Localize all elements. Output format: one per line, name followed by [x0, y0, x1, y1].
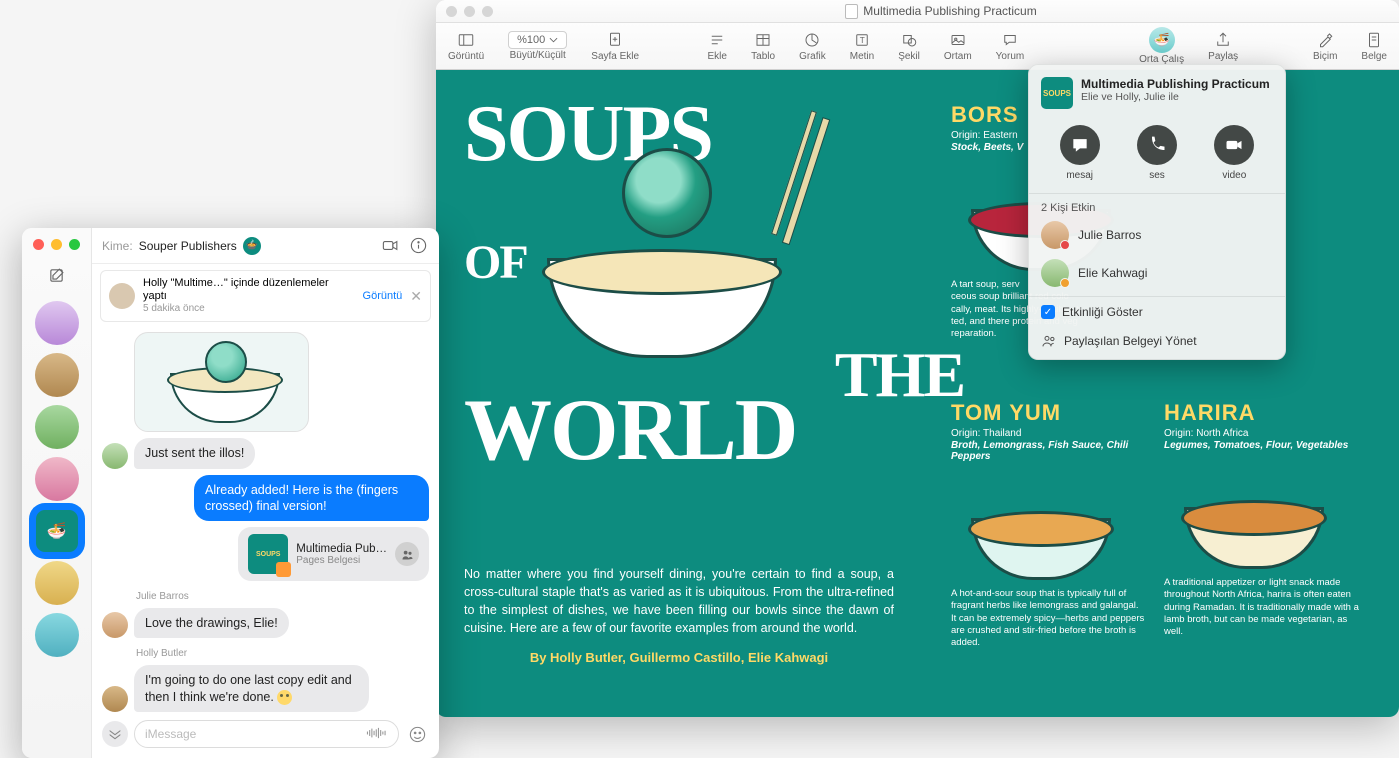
conversation-avatar-6[interactable] [35, 561, 79, 605]
toolbar-document[interactable]: Belge [1361, 30, 1387, 62]
toolbar-collaborate[interactable]: 🍜Orta Çalış [1139, 27, 1184, 65]
toolbar-insert[interactable]: Ekle [707, 30, 727, 62]
messages-main: Kime: Souper Publishers 🍲 Holly "Multime… [92, 228, 439, 758]
edit-notification: Holly "Multime…" içinde düzenlemeler yap… [100, 270, 431, 322]
conversation-avatar-1[interactable] [35, 301, 79, 345]
notif-view-link[interactable]: Görüntü [363, 290, 403, 302]
collab-active-label: 2 Kişi Etkin [1029, 194, 1285, 216]
svg-text:T: T [860, 36, 865, 45]
doc-intro: No matter where you find yourself dining… [464, 565, 894, 638]
collab-show-activity[interactable]: ✓ Etkinliği Göster [1029, 296, 1285, 327]
attachment-collab-icon [395, 542, 419, 566]
facetime-button[interactable] [379, 235, 401, 257]
toolbar-text[interactable]: TMetin [850, 30, 874, 62]
document-icon [845, 4, 858, 19]
message-bubble: Love the drawings, Elie! [134, 608, 289, 638]
toolbar-format[interactable]: Biçim [1313, 30, 1337, 62]
messages-sidebar: 🍜 [22, 228, 92, 758]
toolbar-share[interactable]: Paylaş [1208, 30, 1238, 62]
pages-titlebar[interactable]: Multimedia Publishing Practicum [436, 0, 1399, 23]
conversation-avatar-7[interactable] [35, 613, 79, 657]
collab-doc-thumbnail: SOUPS [1041, 77, 1073, 109]
collab-title: Multimedia Publishing Practicum [1081, 77, 1270, 91]
toolbar-view[interactable]: Görüntü [448, 30, 484, 62]
emoji-picker-button[interactable] [405, 722, 429, 746]
image-attachment[interactable] [134, 332, 309, 432]
notif-avatar [109, 283, 135, 309]
conversation-avatar-2[interactable] [35, 353, 79, 397]
pages-traffic-lights[interactable] [446, 6, 493, 17]
collaborator-avatar-icon: 🍜 [1149, 27, 1175, 53]
message-bubble: Just sent the illos! [134, 438, 255, 468]
conversation-avatar-3[interactable] [35, 405, 79, 449]
message-bubble: I'm going to do one last copy edit and t… [134, 665, 369, 712]
toolbar-add-page[interactable]: Sayfa Ekle [591, 30, 639, 62]
collab-audio-button[interactable]: ses [1137, 125, 1177, 181]
collab-video-button[interactable]: video [1214, 125, 1254, 181]
toolbar-comment[interactable]: Yorum [996, 30, 1025, 62]
notif-text: Holly "Multime…" içinde düzenlemeler yap… [143, 277, 355, 303]
recipient-icon: 🍲 [243, 237, 261, 255]
collab-message-button[interactable]: mesaj [1060, 125, 1100, 181]
doc-byline: By Holly Butler, Guillermo Castillo, Eli… [464, 650, 894, 665]
message-thread[interactable]: Just sent the illos! Already added! Here… [92, 328, 439, 714]
sender-label: Holly Butler [136, 648, 429, 659]
toolbar-shape[interactable]: Şekil [898, 30, 920, 62]
toolbar-media[interactable]: Ortam [944, 30, 972, 62]
messages-header: Kime: Souper Publishers 🍲 [92, 228, 439, 264]
message-input[interactable]: iMessage [134, 720, 399, 748]
msg-avatar-julie [102, 612, 128, 638]
compose-button[interactable] [45, 263, 69, 287]
recipient-name[interactable]: Souper Publishers [139, 239, 237, 253]
pages-toolbar: Görüntü %100Büyüt/Küçült Sayfa Ekle Ekle… [436, 23, 1399, 70]
soup-harira: HARIRA Origin: North Africa Legumes, Tom… [1164, 400, 1359, 639]
relieved-emoji-icon [277, 690, 292, 705]
soup-tomyum: TOM YUM Origin: Thailand Broth, Lemongra… [951, 400, 1146, 650]
collab-subtitle: Elie ve Holly, Julie ile [1081, 91, 1270, 103]
collab-person-elie[interactable]: Elie Kahwagi [1029, 254, 1285, 292]
toolbar-chart[interactable]: Grafik [799, 30, 826, 62]
doc-attach-thumbnail: SOUPS [248, 534, 288, 574]
audio-message-icon[interactable] [366, 726, 388, 743]
toolbar-zoom[interactable]: %100Büyüt/Küçült [508, 31, 567, 61]
to-label: Kime: [102, 239, 133, 253]
msg-avatar-elie [102, 443, 128, 469]
toolbar-table[interactable]: Tablo [751, 30, 775, 62]
checkbox-checked-icon: ✓ [1041, 305, 1055, 319]
msg-avatar-holly [102, 686, 128, 712]
sender-label: Julie Barros [136, 591, 429, 602]
notif-time: 5 dakika önce [143, 303, 355, 315]
collab-person-julie[interactable]: Julie Barros [1029, 216, 1285, 254]
collab-manage-shared[interactable]: Paylaşılan Belgeyi Yönet [1029, 327, 1285, 351]
pages-window-title: Multimedia Publishing Practicum [493, 4, 1389, 19]
notif-close-button[interactable]: ✕ [410, 288, 422, 305]
document-attachment[interactable]: SOUPS Multimedia Pub… Pages Belgesi [238, 527, 429, 581]
hero-illustration [537, 168, 807, 358]
messages-traffic-lights[interactable] [33, 236, 80, 260]
message-input-bar: iMessage [92, 714, 439, 758]
collaboration-popover: SOUPS Multimedia Publishing Practicum El… [1028, 64, 1286, 360]
pages-window: Multimedia Publishing Practicum Görüntü … [436, 0, 1399, 717]
apps-button[interactable] [102, 721, 128, 747]
doc-title-block: SOUPS OF THE WORLD [464, 100, 964, 469]
message-bubble: Already added! Here is the (fingers cros… [194, 475, 429, 522]
info-button[interactable] [407, 235, 429, 257]
conversation-avatar-active[interactable]: 🍜 [35, 509, 79, 553]
conversation-avatar-4[interactable] [35, 457, 79, 501]
messages-window: 🍜 Kime: Souper Publishers 🍲 Holly "Multi… [22, 228, 439, 758]
